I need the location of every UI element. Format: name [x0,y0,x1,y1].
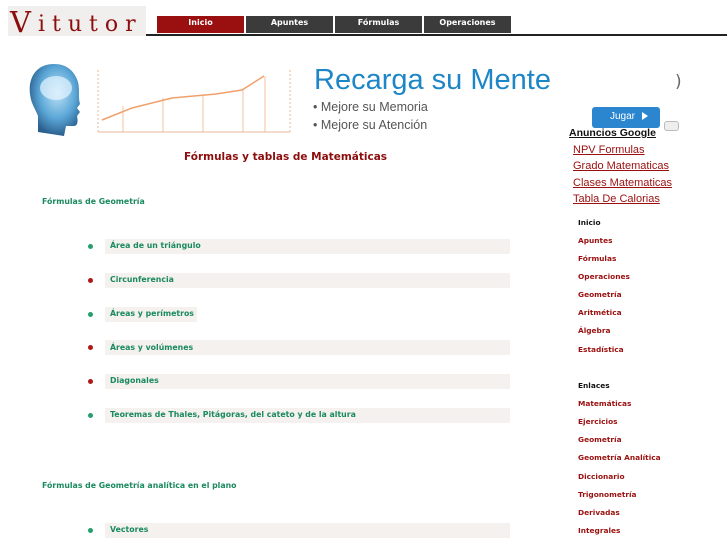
sidebar-link-derivadas[interactable]: Derivadas [578,508,620,517]
ad-choices-icon[interactable] [664,121,679,131]
sidebar-menu-algebra[interactable]: Álgebra [578,326,610,335]
sidebar-menu-estadistica[interactable]: Estadística [578,345,624,354]
nav-tab-apuntes[interactable]: Apuntes [246,16,333,33]
sidebar-menu-geometria[interactable]: Geometría [578,290,622,299]
sidebar-link-geometria[interactable]: Geometría [578,435,622,444]
nav-tab-formulas[interactable]: Fórmulas [335,16,422,33]
list-item-areas-perimetros[interactable]: Áreas y perímetros [110,309,194,318]
list-item-diagonales[interactable]: Diagonales [110,376,159,385]
bullet-icon [88,379,93,384]
section-heading-geometria: Fórmulas de Geometría [42,197,145,206]
play-arrow-icon [642,112,649,120]
site-logo[interactable]: V itutor [8,5,146,39]
bullet-icon [88,345,93,350]
list-item-area-triangulo[interactable]: Área de un triángulo [110,241,201,250]
nav-underline [146,34,727,36]
play-button-label: Jugar [610,111,636,122]
sidebar-link-integrales[interactable]: Integrales [578,526,620,535]
nav-tab-operaciones[interactable]: Operaciones [424,16,511,33]
section-heading-geometria-analitica: Fórmulas de Geometría analítica en el pl… [42,481,237,490]
list-item-teoremas[interactable]: Teoremas de Thales, Pitágoras, del catet… [110,410,356,419]
ad-link-tabla-calorias[interactable]: Tabla De Calorias [573,193,660,205]
ad-link-clases-matematicas[interactable]: Clases Matematicas [573,177,672,189]
nav-tab-inicio[interactable]: Inicio [157,16,244,33]
sidebar-link-ejercicios[interactable]: Ejercicios [578,417,618,426]
ads-title[interactable]: Anuncios Google [569,127,656,139]
bullet-icon [88,244,93,249]
logo-text: itutor [38,12,143,37]
list-row-bg [105,374,510,389]
logo-first-letter: V [10,5,31,39]
brain-head-icon [29,64,80,136]
banner-line-memoria: • Mejore su Memoria [313,100,428,114]
sidebar-link-matematicas[interactable]: Matemáticas [578,399,631,408]
list-row-bg [105,523,510,538]
list-item-vectores[interactable]: Vectores [110,525,148,534]
list-item-areas-volumenes[interactable]: Áreas y volúmenes [110,343,193,352]
banner-title: Recarga su Mente [314,64,551,96]
ad-link-grado-matematicas[interactable]: Grado Matematicas [573,160,669,172]
play-button[interactable]: Jugar [592,107,660,128]
sidebar-links-heading: Enlaces [578,381,610,390]
ad-link-npv-formulas[interactable]: NPV Formulas [573,144,645,156]
list-item-circunferencia[interactable]: Circunferencia [110,275,174,284]
bullet-icon [88,528,93,533]
banner-chart-graphic [97,70,291,133]
sidebar-menu-formulas[interactable]: Fórmulas [578,254,616,263]
sidebar-menu-operaciones[interactable]: Operaciones [578,272,630,281]
sidebar-menu-inicio[interactable]: Inicio [578,218,601,227]
sidebar-link-geometria-analitica[interactable]: Geometría Analítica [578,453,661,462]
sidebar-menu-apuntes[interactable]: Apuntes [578,236,612,245]
bullet-icon [88,312,93,317]
bullet-icon [88,278,93,283]
sidebar-link-diccionario[interactable]: Diccionario [578,472,625,481]
sidebar-link-trigonometria[interactable]: Trigonometría [578,490,637,499]
page-title: Fórmulas y tablas de Matemáticas [184,151,388,163]
banner-line-atencion: • Mejore su Atención [313,118,428,132]
bracket-glyph: ) [675,72,682,92]
sidebar-menu-aritmetica[interactable]: Aritmética [578,308,622,317]
bullet-icon [88,413,93,418]
